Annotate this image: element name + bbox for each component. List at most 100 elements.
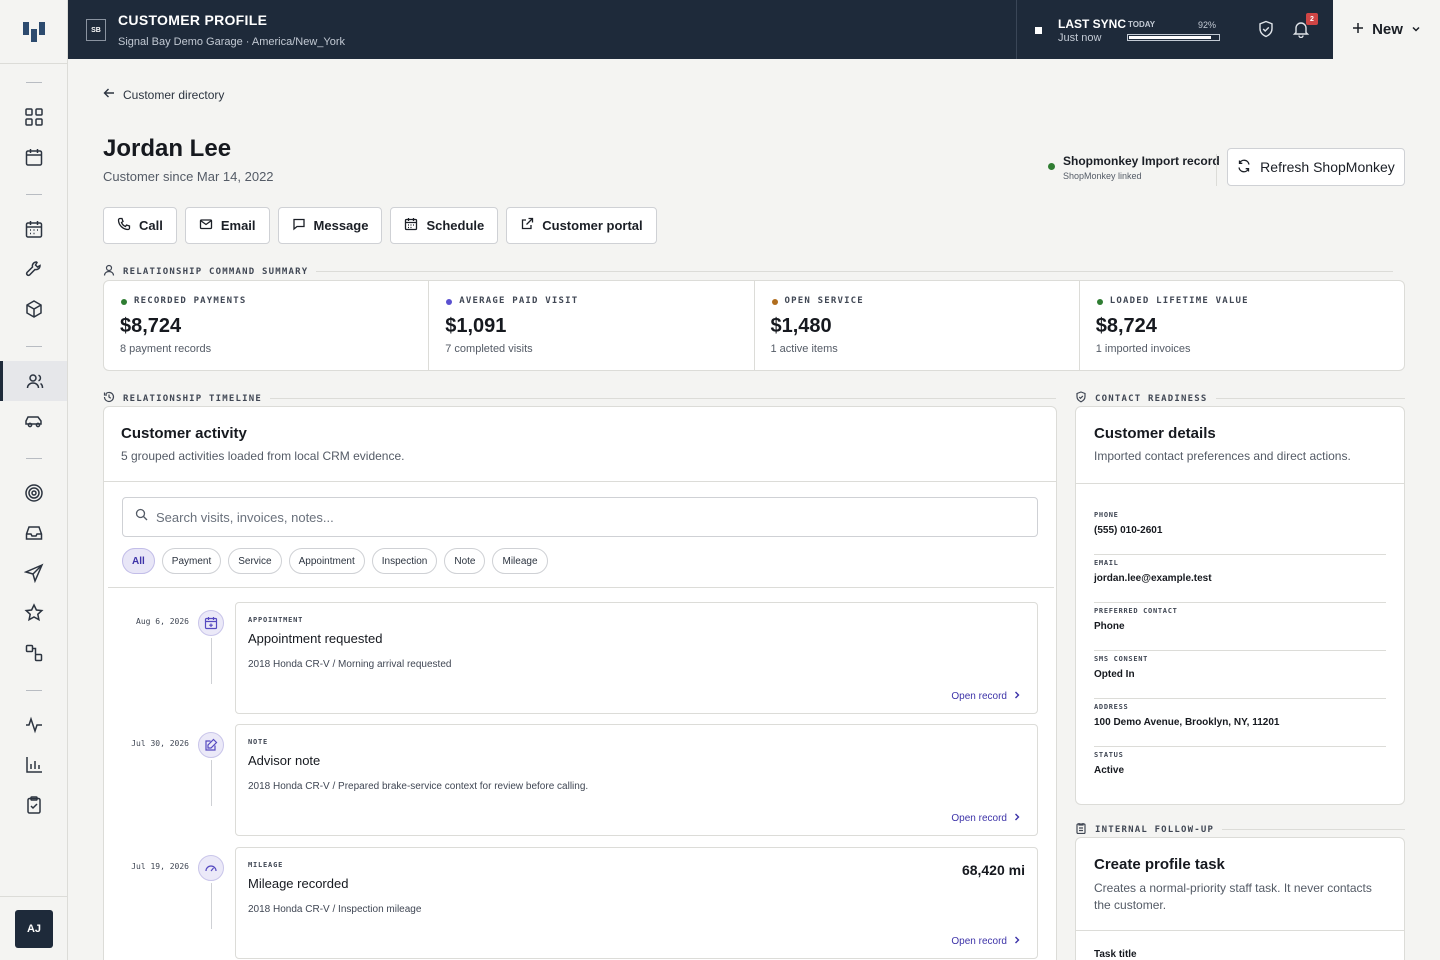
clipboard-icon[interactable] [0, 785, 67, 825]
timeline-date: Jul 30, 2026 [131, 739, 189, 748]
field-email: EMAIL jordan.lee@example.test [1094, 555, 1386, 603]
relationship-summary: RECORDED PAYMENTS $8,724 8 payment recor… [103, 280, 1405, 371]
vehicle-icon[interactable] [0, 401, 67, 441]
message-button[interactable]: Message [277, 207, 383, 244]
timeline-kind: MILEAGE [248, 861, 284, 869]
summary-section-label: RELATIONSHIP COMMAND SUMMARY [103, 264, 1393, 279]
field-sms-consent: SMS CONSENT Opted In [1094, 651, 1386, 699]
panel-title: Customer activity [121, 425, 247, 442]
filter-chip-all[interactable]: All [122, 548, 155, 574]
chart-icon[interactable] [0, 745, 67, 785]
activity-icon[interactable] [0, 705, 67, 745]
dashboard-icon[interactable] [0, 97, 67, 137]
schedule-icon[interactable] [0, 209, 67, 249]
panel-divider [104, 481, 1056, 482]
shopmonkey-record-title: Shopmonkey Import record [1063, 154, 1220, 168]
open-record-link[interactable]: Open record [951, 936, 1021, 947]
plus-icon [1352, 21, 1364, 38]
arrow-left-icon [103, 87, 115, 102]
timeline-description: 2018 Honda CR-V / Prepared brake-service… [248, 781, 589, 792]
refresh-icon [1237, 159, 1251, 176]
metric-value: $8,724 [120, 315, 182, 337]
calendar-icon[interactable] [0, 137, 67, 177]
workspace-subtitle: Signal Bay Demo Garage · America/New_Yor… [118, 36, 346, 48]
note-edit-icon [198, 732, 224, 758]
open-record-label: Open record [951, 813, 1007, 824]
mail-icon [199, 217, 213, 234]
section-rule [316, 271, 1393, 272]
field-phone: PHONE (555) 010-2601 [1094, 507, 1386, 555]
calendar-icon [404, 217, 418, 234]
filter-chip-mileage[interactable]: Mileage [492, 548, 548, 574]
chevron-right-icon [1013, 813, 1021, 824]
filter-chip-appointment[interactable]: Appointment [288, 548, 365, 574]
panel-subtitle: 5 grouped activities loaded from local C… [121, 449, 405, 463]
main-content: Customer directory Jordan Lee Customer s… [68, 59, 1440, 960]
field-preferred-contact: PREFERRED CONTACT Phone [1094, 603, 1386, 651]
field-value: Opted In [1094, 669, 1135, 680]
followup-section-title: INTERNAL FOLLOW-UP [1095, 824, 1215, 835]
shield-icon[interactable] [1257, 20, 1275, 43]
timeline-connector [211, 883, 212, 929]
timeline-section-label: RELATIONSHIP TIMELINE [103, 391, 1056, 406]
filter-chip-payment[interactable]: Payment [161, 548, 222, 574]
filter-chip-note[interactable]: Note [444, 548, 486, 574]
timeline-card[interactable]: MILEAGE Mileage recorded 2018 Honda CR-V… [235, 847, 1038, 959]
metric-value: $1,480 [770, 315, 832, 337]
send-icon[interactable] [0, 553, 67, 593]
panel-title: Create profile task [1094, 856, 1225, 873]
call-button[interactable]: Call [103, 207, 177, 244]
box-icon[interactable] [0, 289, 67, 329]
progress-bar [1127, 34, 1220, 41]
workflow-icon[interactable] [0, 633, 67, 673]
nav-separator [26, 458, 42, 459]
phone-icon [117, 217, 131, 234]
message-icon [292, 217, 306, 234]
workspace-badge: SB [86, 19, 106, 41]
breadcrumb[interactable]: Customer directory [103, 87, 224, 102]
header-divider [1216, 154, 1217, 186]
field-value[interactable]: jordan.lee@example.test [1094, 573, 1212, 584]
customers-icon[interactable] [0, 361, 67, 401]
filter-chip-inspection[interactable]: Inspection [371, 548, 438, 574]
field-value: Phone [1094, 621, 1125, 632]
open-record-link[interactable]: Open record [951, 691, 1021, 702]
customer-name: Jordan Lee [103, 135, 232, 162]
section-rule [1222, 829, 1405, 830]
metric-value: $8,724 [1095, 315, 1157, 337]
timeline-card[interactable]: APPOINTMENT Appointment requested 2018 H… [235, 602, 1038, 714]
activity-search[interactable] [122, 497, 1038, 537]
customer-details-panel: Customer details Imported contact prefer… [1075, 406, 1405, 805]
star-icon[interactable] [0, 593, 67, 633]
message-label: Message [313, 218, 369, 233]
field-value[interactable]: (555) 010-2601 [1094, 525, 1162, 536]
app-logo[interactable] [0, 0, 67, 64]
metric-dot [121, 299, 127, 305]
email-label: Email [220, 218, 256, 233]
search-input[interactable] [156, 509, 1016, 525]
breadcrumb-link[interactable]: Customer directory [123, 88, 224, 102]
metric-dot [446, 299, 453, 305]
filter-chip-service[interactable]: Service [228, 548, 282, 574]
schedule-button[interactable]: Schedule [390, 207, 499, 244]
customer-portal-button[interactable]: Customer portal [506, 207, 657, 244]
timeline-card[interactable]: NOTE Advisor note 2018 Honda CR-V / Prep… [235, 724, 1038, 836]
metric-dot [771, 299, 778, 305]
new-button[interactable]: New [1333, 0, 1440, 59]
clipboard-list-icon [1075, 822, 1087, 837]
refresh-label: Refresh ShopMonkey [1260, 159, 1395, 175]
panel-divider [1076, 930, 1404, 931]
open-record-link[interactable]: Open record [951, 813, 1021, 824]
gauge-icon [198, 855, 224, 881]
notifications-bell-icon[interactable]: 2 [1292, 13, 1318, 43]
field-value: 100 Demo Avenue, Brooklyn, NY, 11201 [1094, 717, 1280, 728]
nav-separator [26, 690, 42, 691]
inbox-icon[interactable] [0, 513, 67, 553]
email-button[interactable]: Email [184, 207, 270, 244]
refresh-shopmonkey-button[interactable]: Refresh ShopMonkey [1227, 148, 1405, 186]
wrench-icon[interactable] [0, 249, 67, 289]
target-icon[interactable] [0, 473, 67, 513]
chevron-down-icon [1411, 21, 1421, 38]
panel-title: Customer details [1094, 425, 1216, 442]
avatar[interactable]: AJ [15, 910, 53, 948]
